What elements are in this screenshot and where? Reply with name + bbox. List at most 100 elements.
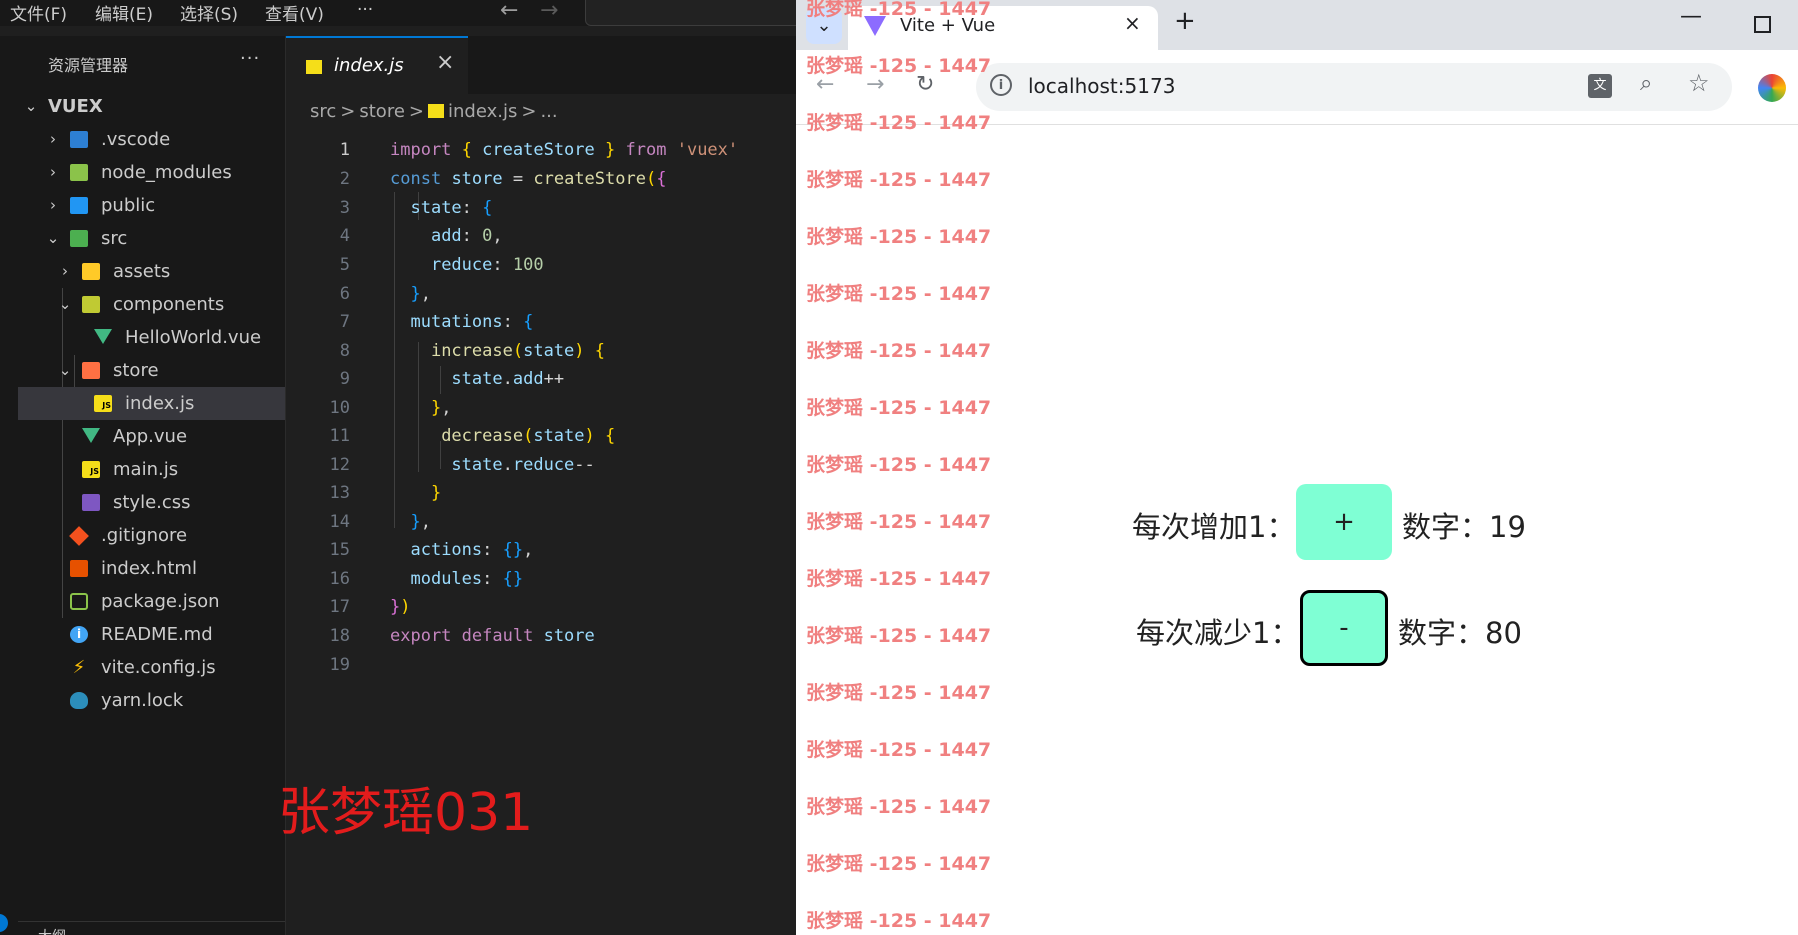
code-text: modules: {}	[410, 569, 524, 589]
explorer-sidebar: 资源管理器 ··· ⌄ VUEX › .vscode › node_module…	[18, 36, 286, 935]
outline-header[interactable]: 大纲	[38, 926, 66, 935]
tree-item-package-json[interactable]: package.json	[18, 585, 285, 618]
breadcrumb-src[interactable]: src	[310, 101, 336, 122]
tree-item-index-js[interactable]: JS index.js	[18, 387, 285, 420]
code-line: 12 state.reduce--	[286, 451, 796, 479]
accounts-icon[interactable]	[0, 914, 8, 932]
increase-button[interactable]: +	[1296, 484, 1392, 560]
code-line: 8 increase(state) {	[286, 337, 796, 365]
decrease-label: 每次减少1：	[1136, 616, 1300, 650]
tree-item-yarn-lock[interactable]: yarn.lock	[18, 684, 285, 717]
line-number: 18	[329, 626, 350, 646]
tree-item-assets[interactable]: › assets	[18, 255, 285, 288]
tree-item-components[interactable]: ⌄ components	[18, 288, 285, 321]
code-text: export default store	[390, 626, 595, 646]
tree-item-vscode[interactable]: › .vscode	[18, 123, 285, 156]
tree-item-label: src	[101, 228, 128, 249]
minimize-icon[interactable]: —	[1680, 4, 1702, 29]
css-file-icon	[82, 494, 100, 511]
code-line: 7 mutations: {	[286, 308, 796, 336]
tree-item-app-vue[interactable]: App.vue	[18, 420, 285, 453]
html-file-icon	[70, 560, 88, 577]
tree-item-node-modules[interactable]: › node_modules	[18, 156, 285, 189]
code-text: }	[430, 483, 442, 503]
code-line: 19	[286, 651, 796, 679]
code-text: },	[430, 398, 452, 418]
increase-value: 数字：19	[1402, 510, 1526, 544]
bookmark-star-icon[interactable]: ☆	[1688, 69, 1710, 97]
tree-item-readme[interactable]: i README.md	[18, 618, 285, 651]
decrease-button[interactable]: -	[1300, 590, 1388, 666]
line-number: 4	[339, 226, 350, 246]
tree-item-src[interactable]: ⌄ src	[18, 222, 285, 255]
close-icon[interactable]: ×	[436, 50, 454, 75]
forward-arrow-icon[interactable]: →	[540, 0, 558, 23]
line-number: 1	[339, 140, 350, 160]
line-number: 10	[329, 398, 350, 418]
line-number: 2	[339, 169, 350, 189]
line-number: 17	[329, 597, 350, 617]
menu-selection[interactable]: 选择(S)	[180, 0, 238, 25]
components-folder-icon	[82, 296, 100, 313]
maximize-icon[interactable]	[1754, 16, 1771, 33]
back-arrow-icon[interactable]: ←	[816, 72, 834, 97]
tab-index-js[interactable]: index.js ×	[286, 36, 468, 94]
back-arrow-icon[interactable]: ←	[500, 0, 518, 23]
code-text: state.reduce--	[451, 455, 595, 475]
tree-root-vuex[interactable]: ⌄ VUEX	[18, 90, 285, 123]
new-tab-plus-icon[interactable]: +	[1174, 6, 1196, 36]
menu-view[interactable]: 查看(V)	[265, 0, 324, 25]
tree-item-label: .vscode	[101, 129, 171, 150]
profile-avatar-icon[interactable]	[1758, 74, 1786, 102]
explorer-title: 资源管理器	[48, 56, 129, 75]
tree-item-vite-config[interactable]: ⚡ vite.config.js	[18, 651, 285, 684]
breadcrumb-more[interactable]: ...	[540, 101, 557, 122]
js-file-icon: JS	[94, 395, 112, 412]
tree-item-label: yarn.lock	[101, 690, 184, 711]
breadcrumb-store[interactable]: store	[359, 101, 405, 122]
code-line: 4 add: 0,	[286, 222, 796, 250]
tree-item-gitignore[interactable]: .gitignore	[18, 519, 285, 552]
code-line: 13 }	[286, 479, 796, 507]
code-text: },	[410, 512, 431, 532]
reload-icon[interactable]: ↻	[916, 72, 934, 97]
tree-item-store[interactable]: ⌄ store	[18, 354, 285, 387]
tree-item-style-css[interactable]: style.css	[18, 486, 285, 519]
watermark-column: 张梦瑶 -125 - 1447 张梦瑶 -125 - 1447 张梦瑶 -125 -…	[806, 0, 1026, 935]
close-icon[interactable]: ×	[1124, 11, 1141, 35]
browser-tab-title: Vite + Vue	[900, 15, 996, 36]
line-number: 7	[339, 312, 350, 332]
forward-arrow-icon[interactable]: →	[866, 72, 884, 97]
code-text: state: {	[410, 198, 493, 218]
explorer-more-icon[interactable]: ···	[240, 48, 260, 69]
url-text[interactable]: localhost:5173	[1028, 74, 1175, 98]
address-bar[interactable]: i localhost:5173 文 ⌕ ☆	[976, 63, 1732, 111]
code-line: 10 },	[286, 394, 796, 422]
watermark-text: 张梦瑶 -125 - 1447	[806, 340, 992, 362]
vscode-folder-icon	[70, 131, 88, 148]
breadcrumb-index-js[interactable]: index.js	[448, 101, 517, 122]
code-line: 2 const store = createStore({	[286, 165, 796, 193]
readme-file-icon: i	[70, 626, 88, 643]
browser-tab[interactable]: Vite + Vue ×	[848, 6, 1158, 50]
command-center[interactable]	[585, 0, 796, 26]
site-info-icon[interactable]: i	[990, 74, 1012, 96]
watermark-text: 张梦瑶 -125 - 1447	[806, 739, 992, 761]
menu-edit[interactable]: 编辑(E)	[95, 0, 153, 25]
translate-icon[interactable]: 文	[1588, 74, 1612, 98]
chevron-down-icon: ⌄	[46, 229, 60, 247]
code-line: 15 actions: {},	[286, 536, 796, 564]
watermark-text: 张梦瑶 -125 - 1447	[806, 226, 992, 248]
tree-item-main-js[interactable]: JS main.js	[18, 453, 285, 486]
menu-file[interactable]: 文件(F)	[10, 0, 67, 25]
decrease-row: 每次减少1： - 数字：80	[1136, 590, 1636, 666]
code-line: 14 },	[286, 508, 796, 536]
tree-item-helloworld[interactable]: HelloWorld.vue	[18, 321, 285, 354]
breadcrumb-separator: >	[521, 101, 537, 122]
tab-search-chevron-icon[interactable]: ⌄	[806, 8, 842, 44]
zoom-icon[interactable]: ⌕	[1640, 71, 1652, 96]
menu-more[interactable]: ···	[357, 0, 373, 20]
tree-item-index-html[interactable]: index.html	[18, 552, 285, 585]
editor-tab-bar: index.js ×	[286, 36, 796, 94]
tree-item-public[interactable]: › public	[18, 189, 285, 222]
